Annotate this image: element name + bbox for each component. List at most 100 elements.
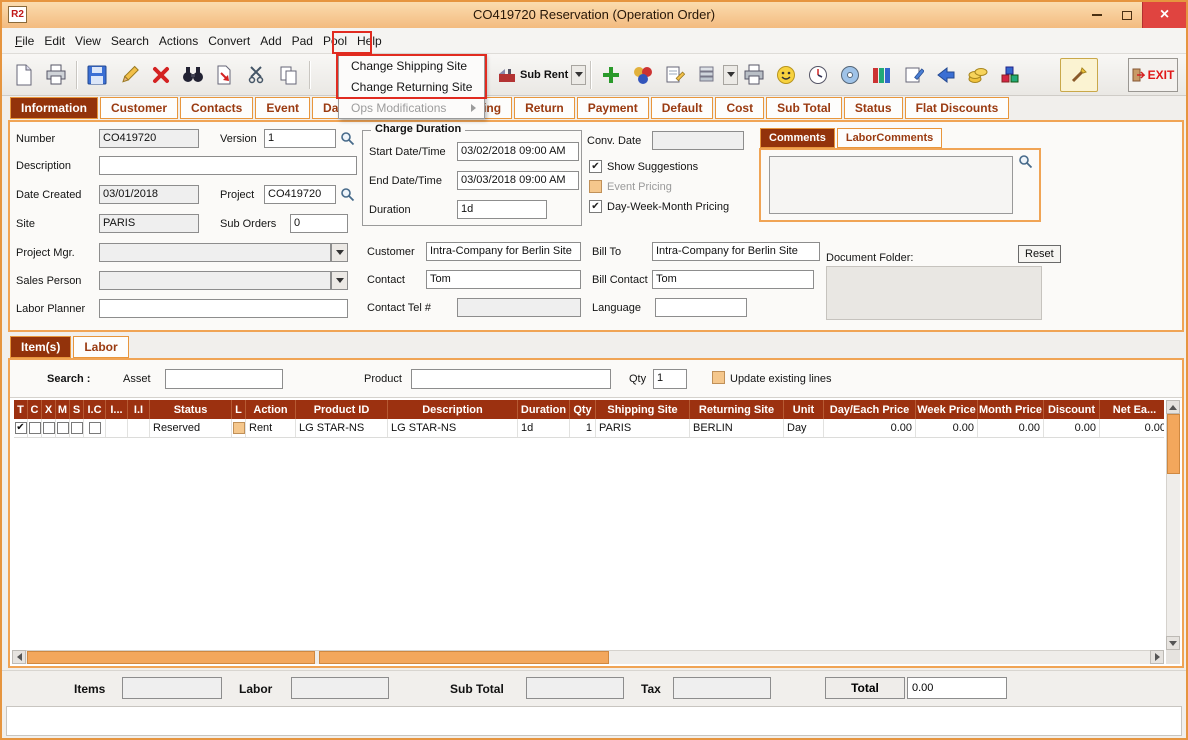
tab-event[interactable]: Event [255, 97, 311, 119]
col-header-month-price[interactable]: Month Price [978, 400, 1044, 419]
minimize-button[interactable] [1082, 2, 1112, 28]
contact-tel-field[interactable] [457, 298, 581, 317]
menu-file[interactable]: File [10, 30, 39, 52]
sales-person-dropdown-button[interactable] [331, 271, 348, 290]
duration-field[interactable]: 1d [457, 200, 547, 219]
billing-button[interactable] [962, 58, 994, 92]
menu-item-change-returning-site[interactable]: Change Returning Site [339, 76, 484, 97]
horizontal-scrollbar[interactable] [12, 650, 1164, 664]
edit-button[interactable] [113, 58, 145, 92]
project-search-icon[interactable] [340, 187, 355, 202]
row-t-checkbox[interactable]: ✔ [14, 422, 27, 434]
col-header-i1[interactable]: I... [106, 400, 128, 419]
description-field[interactable] [99, 156, 357, 175]
col-header-shipping-site[interactable]: Shipping Site [596, 400, 690, 419]
exit-button[interactable]: EXIT [1128, 57, 1178, 92]
tab-status[interactable]: Status [843, 97, 903, 119]
tab-contacts[interactable]: Contacts [180, 97, 254, 119]
menu-help[interactable]: Help [352, 30, 387, 52]
row-m-checkbox[interactable] [56, 422, 69, 434]
smiley-button[interactable] [770, 58, 802, 92]
catalog-button[interactable] [866, 58, 898, 92]
bill-to-field[interactable]: Intra-Company for Berlin Site [652, 242, 820, 261]
delete-button[interactable] [145, 58, 177, 92]
horizontal-scroll-thumb-right[interactable] [319, 651, 609, 664]
number-field[interactable]: CO419720 [99, 129, 199, 148]
col-header-x[interactable]: X [42, 400, 56, 419]
pads-button[interactable] [691, 58, 723, 92]
col-header-c[interactable]: C [28, 400, 42, 419]
labor-planner-field[interactable] [99, 299, 348, 318]
col-header-status[interactable]: Status [150, 400, 232, 419]
menu-pool[interactable]: Pool [318, 30, 352, 52]
col-header-ic[interactable]: I.C [84, 400, 106, 419]
tab-cost[interactable]: Cost [715, 97, 765, 119]
col-header-unit[interactable]: Unit [784, 400, 824, 419]
sub-rent-dropdown-button[interactable] [571, 64, 587, 85]
schedule-button[interactable] [802, 58, 834, 92]
tab-customer[interactable]: Customer [100, 97, 179, 119]
wand-toggle-button[interactable] [1060, 57, 1098, 92]
tab-labor-comments[interactable]: LaborComments [836, 128, 943, 148]
scroll-right-button[interactable] [1150, 650, 1164, 664]
reset-button[interactable]: Reset [1018, 245, 1061, 263]
comments-search-icon[interactable] [1018, 154, 1033, 169]
update-existing-lines-checkbox[interactable] [712, 371, 725, 384]
cut-button[interactable] [241, 58, 273, 92]
comments-textarea[interactable] [769, 156, 1013, 214]
sub-orders-field[interactable]: 0 [290, 214, 348, 233]
copy-button[interactable] [273, 58, 305, 92]
document-folder-area[interactable] [826, 266, 1042, 320]
inventory-button[interactable] [994, 58, 1026, 92]
media-button[interactable] [834, 58, 866, 92]
col-header-description[interactable]: Description [388, 400, 518, 419]
customer-field[interactable]: Intra-Company for Berlin Site [426, 242, 581, 261]
tab-comments[interactable]: Comments [760, 128, 835, 148]
scroll-up-button[interactable] [1166, 400, 1180, 414]
menu-pad[interactable]: Pad [287, 30, 318, 52]
sub-rent-button[interactable]: Sub Rent [494, 66, 571, 84]
col-header-s[interactable]: S [70, 400, 84, 419]
maximize-button[interactable] [1112, 2, 1142, 28]
menu-edit[interactable]: Edit [39, 30, 70, 52]
tab-sub-total[interactable]: Sub Total [766, 97, 842, 119]
row-l-checkbox[interactable] [232, 422, 245, 434]
date-created-field[interactable]: 03/01/2018 [99, 185, 199, 204]
version-search-icon[interactable] [340, 131, 355, 146]
menu-actions[interactable]: Actions [154, 30, 203, 52]
scroll-left-button[interactable] [12, 650, 26, 664]
col-header-duration[interactable]: Duration [518, 400, 570, 419]
menu-add[interactable]: Add [255, 30, 286, 52]
asset-input[interactable] [165, 369, 283, 389]
print-button[interactable] [40, 58, 72, 92]
close-button[interactable]: × [1142, 2, 1186, 28]
memo-button[interactable] [659, 58, 691, 92]
vertical-scrollbar[interactable] [1166, 400, 1180, 650]
col-header-ii[interactable]: I.I [128, 400, 150, 419]
event-pricing-checkbox[interactable] [589, 180, 602, 193]
language-field[interactable] [655, 298, 747, 317]
tab-items[interactable]: Item(s) [10, 336, 72, 358]
horizontal-scroll-thumb-left[interactable] [27, 651, 315, 664]
menu-convert[interactable]: Convert [203, 30, 255, 52]
col-header-action[interactable]: Action [246, 400, 296, 419]
pads-dropdown-button[interactable] [723, 64, 739, 85]
transfer-button[interactable] [930, 58, 962, 92]
print-preview-button[interactable] [738, 58, 770, 92]
tab-default[interactable]: Default [650, 97, 714, 119]
col-header-net-each[interactable]: Net Ea... [1100, 400, 1164, 419]
col-header-t[interactable]: T [14, 400, 28, 419]
col-header-l[interactable]: L [232, 400, 246, 419]
product-input[interactable] [411, 369, 611, 389]
dwm-pricing-checkbox[interactable]: ✔ [589, 200, 602, 213]
row-s-checkbox[interactable] [70, 422, 83, 434]
table-row[interactable]: ✔ Reserved Rent LG STAR-NS LG STAR-NS 1d… [14, 419, 1164, 438]
tab-flat-discounts[interactable]: Flat Discounts [904, 97, 1010, 119]
col-header-returning-site[interactable]: Returning Site [690, 400, 784, 419]
col-header-day-each-price[interactable]: Day/Each Price [824, 400, 916, 419]
end-date-field[interactable]: 03/03/2018 09:00 AM [457, 171, 579, 190]
row-x-checkbox[interactable] [42, 422, 55, 434]
col-header-discount[interactable]: Discount [1044, 400, 1100, 419]
project-field[interactable]: CO419720 [264, 185, 336, 204]
col-header-m[interactable]: M [56, 400, 70, 419]
